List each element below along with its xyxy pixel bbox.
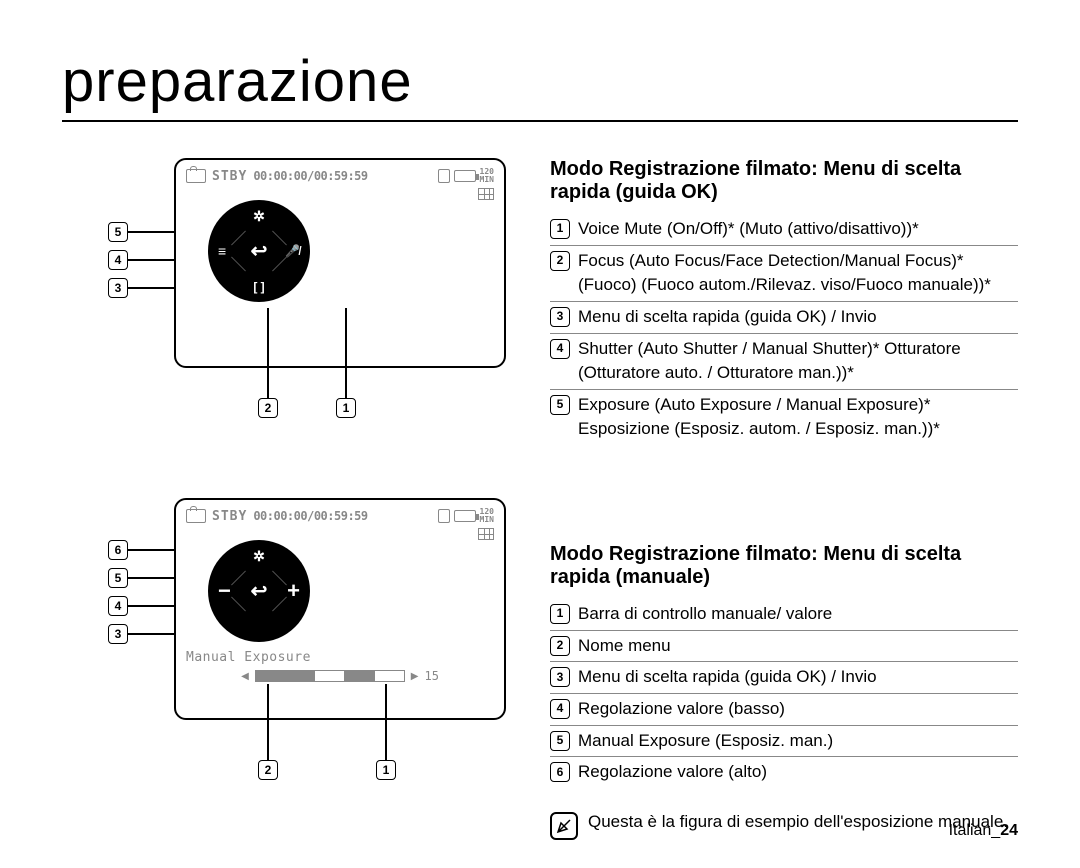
triangle-left-icon: ◀ (241, 671, 249, 682)
legend-text: Shutter (Auto Shutter / Manual Shutter)*… (578, 337, 1018, 386)
legend-num: 2 (550, 251, 570, 271)
mic-mute-icon: 🎤̸ (285, 244, 300, 258)
note-text: Questa è la figura di esempio dell'espos… (588, 812, 1008, 832)
stby-label: STBY (212, 169, 247, 184)
battery-icon (454, 510, 476, 522)
footer-page: 24 (1000, 822, 1018, 839)
min-label: 120MIN (480, 508, 494, 524)
aperture-icon: ✲ (253, 208, 265, 225)
return-icon: ↩ (251, 579, 268, 604)
note-icon (550, 812, 578, 840)
callouts-bottom-d2: 2 1 (258, 684, 396, 780)
exposure-value: 15 (424, 669, 438, 683)
legend-text: Nome menu (578, 634, 1018, 659)
sliders-icon: ≡ (218, 243, 226, 259)
legend-text: Regolazione valore (alto) (578, 760, 1018, 785)
legend-num: 3 (550, 307, 570, 327)
callout-num: 1 (336, 398, 356, 418)
legend-num: 3 (550, 667, 570, 687)
page-footer: Italian_24 (949, 822, 1018, 840)
camera-icon (186, 169, 206, 183)
legend-text: Barra di controllo manuale/ valore (578, 602, 1018, 627)
section1-title: Modo Registrazione filmato: Menu di scel… (550, 158, 1018, 204)
callout-num: 5 (108, 222, 128, 242)
footer-lang: Italian_ (949, 822, 1001, 839)
legend-num: 1 (550, 604, 570, 624)
card-icon (438, 169, 450, 183)
callouts-bottom-d1: 2 1 (258, 308, 356, 418)
camera-icon (186, 509, 206, 523)
timecode: 00:00:00/00:59:59 (253, 169, 367, 183)
legend-num: 5 (550, 395, 570, 415)
legend-num: 4 (550, 699, 570, 719)
triangle-right-icon: ▶ (411, 671, 419, 682)
manual-exposure-label: Manual Exposure (186, 650, 494, 665)
focus-brackets-icon: [ ] (253, 280, 264, 294)
minus-icon: − (218, 578, 231, 604)
callout-num: 3 (108, 624, 128, 644)
min-label: 120MIN (480, 168, 494, 184)
callout-num: 4 (108, 596, 128, 616)
legend-list-2: 1 Barra di controllo manuale/ valore 2 Nom… (550, 599, 1018, 788)
legend-num: 2 (550, 636, 570, 656)
control-dial: ✲ ≡ 🎤̸ [ ] ↩ (208, 200, 310, 302)
grid-icon (478, 188, 494, 200)
legend-num: 5 (550, 731, 570, 751)
callout-num: 2 (258, 398, 278, 418)
control-dial-manual: ✲ − + ↩ (208, 540, 310, 642)
legend-text: Voice Mute (On/Off)* (Muto (attivo/disat… (578, 217, 1018, 242)
stby-label: STBY (212, 509, 247, 524)
callout-num: 4 (108, 250, 128, 270)
legend-text: Focus (Auto Focus/Face Detection/Manual … (578, 249, 1018, 298)
legend-text: Menu di scelta rapida (guida OK) / Invio (578, 665, 1018, 690)
card-icon (438, 509, 450, 523)
legend-num: 4 (550, 339, 570, 359)
title-rule (62, 120, 1018, 122)
callout-num: 5 (108, 568, 128, 588)
legend-text: Regolazione valore (basso) (578, 697, 1018, 722)
grid-icon (478, 528, 494, 540)
legend-num: 6 (550, 762, 570, 782)
section2-title: Modo Registrazione filmato: Menu di scel… (550, 543, 1018, 589)
battery-icon (454, 170, 476, 182)
timecode: 00:00:00/00:59:59 (253, 509, 367, 523)
return-icon: ↩ (251, 239, 268, 264)
diagram-ok-guide: 5 4 3 STBY 00:00:00/00:59:59 120MIN (62, 158, 522, 438)
legend-text: Exposure (Auto Exposure / Manual Exposur… (578, 393, 1018, 442)
callout-num: 1 (376, 760, 396, 780)
legend-text: Menu di scelta rapida (guida OK) / Invio (578, 305, 1018, 330)
diagram-manual: 6 5 4 3 STBY 00:00:00/00:59:59 120MIN (62, 498, 522, 808)
callout-num: 6 (108, 540, 128, 560)
plus-icon: + (287, 578, 300, 604)
legend-text: Manual Exposure (Esposiz. man.) (578, 729, 1018, 754)
legend-num: 1 (550, 219, 570, 239)
page-title: preparazione (62, 48, 413, 115)
legend-list-1: 1 Voice Mute (On/Off)* (Muto (attivo/disa… (550, 214, 1018, 445)
value-bar (255, 670, 405, 682)
callout-num: 3 (108, 278, 128, 298)
callout-num: 2 (258, 760, 278, 780)
aperture-icon: ✲ (253, 548, 265, 565)
